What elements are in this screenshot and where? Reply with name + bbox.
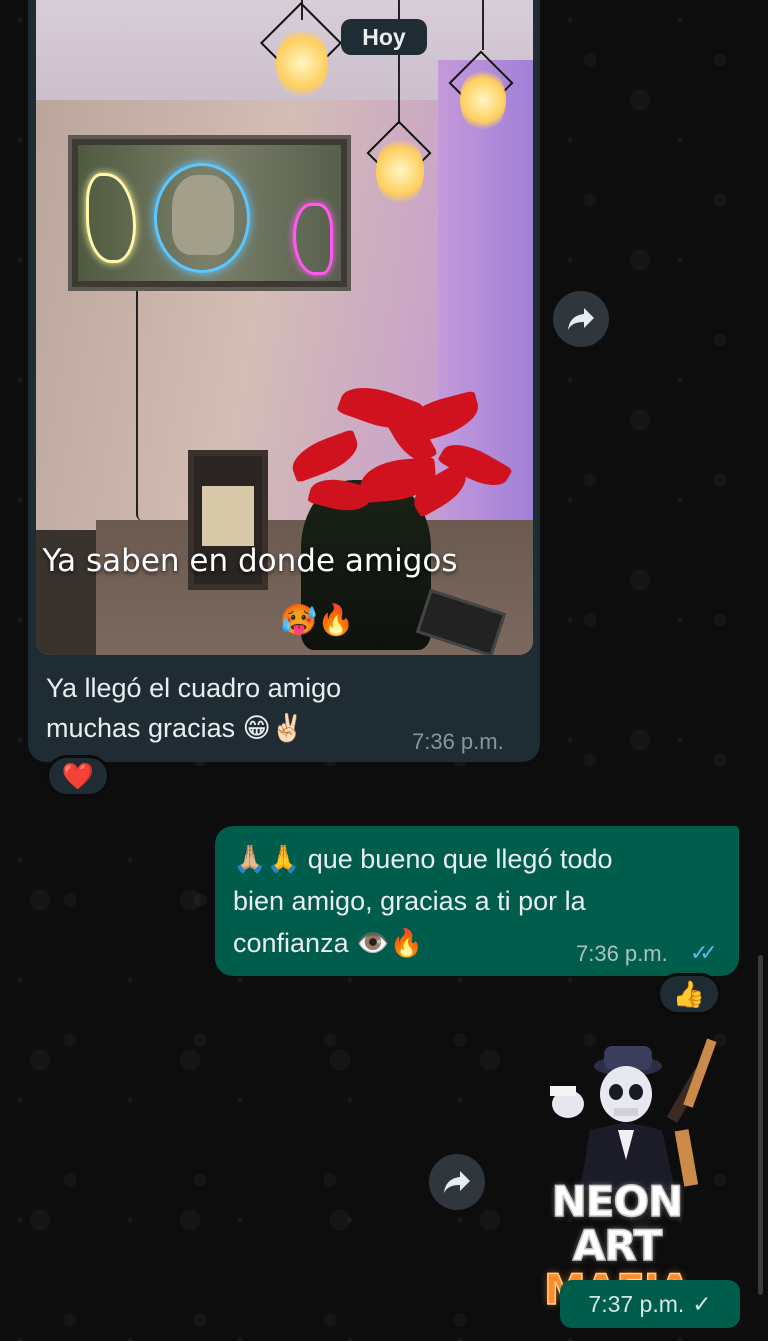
forward-icon	[568, 308, 594, 330]
skeleton-gangster-icon	[550, 1038, 717, 1190]
photo-cable	[136, 291, 150, 521]
scrollbar[interactable]	[758, 955, 763, 1295]
sticker-message-time: 7:37 p.m.	[588, 1290, 685, 1317]
incoming-text-line: muchas gracias 😁✌🏻	[46, 713, 305, 743]
outgoing-reaction-badge[interactable]: 👍	[657, 973, 721, 1015]
image-caption-emoji: 🥵🔥	[280, 604, 355, 637]
neon-dollar-frame	[68, 135, 351, 291]
sticker-logo-line: NEON ART	[551, 1177, 684, 1270]
double-check-icon: ✓✓	[690, 940, 718, 965]
image-caption: Ya saben en donde amigos	[42, 543, 458, 579]
incoming-text-line: Ya llegó el cuadro amigo	[46, 673, 342, 703]
sticker-time-pill: 7:37 p.m. ✓	[560, 1280, 740, 1328]
forward-icon	[444, 1171, 470, 1193]
lamp-cord	[482, 0, 484, 50]
thumbs-up-reaction: 👍	[672, 978, 706, 1009]
incoming-reaction-badge[interactable]: ❤️	[46, 755, 110, 797]
incoming-message-text: Ya llegó el cuadro amigo muchas gracias …	[46, 668, 446, 748]
lamp-bulb	[376, 136, 424, 206]
photo-poinsettia	[250, 377, 520, 520]
heart-reaction: ❤️	[61, 760, 95, 791]
outgoing-text-line: bien amigo, gracias a ti por la	[233, 886, 586, 916]
date-separator: Hoy	[341, 19, 427, 55]
lamp-bulb	[460, 68, 506, 132]
check-icon: ✓	[692, 1290, 712, 1317]
outgoing-message-time: 7:36 p.m.	[576, 941, 668, 966]
forward-button[interactable]	[553, 291, 609, 347]
outgoing-text-line: 🙏🏼🙏 que bueno que llegó todo	[233, 844, 613, 874]
forward-button[interactable]	[429, 1154, 485, 1210]
incoming-message-time: 7:36 p.m.	[412, 729, 504, 754]
lamp-bulb	[276, 26, 328, 100]
